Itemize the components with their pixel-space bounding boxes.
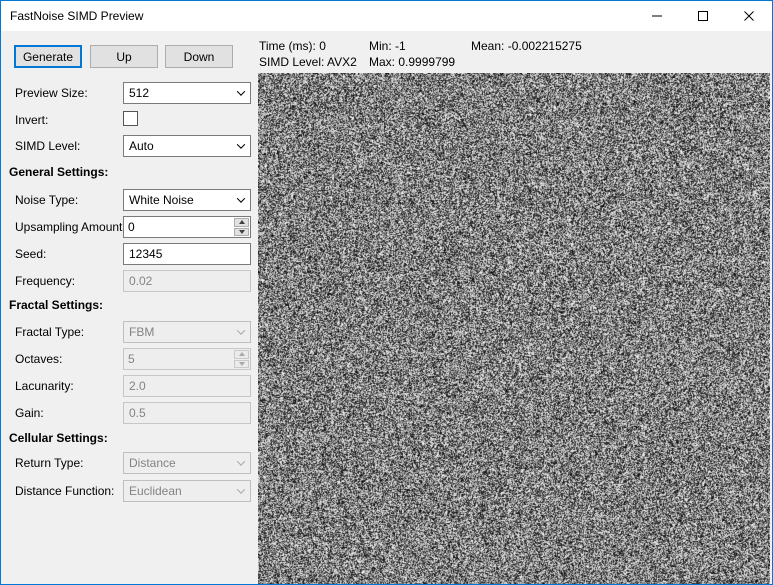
fractal-type-label: Fractal Type: (15, 325, 84, 339)
close-button[interactable] (726, 1, 772, 31)
upsampling-amount-spinner[interactable] (123, 216, 251, 238)
noise-type-value: White Noise (124, 193, 232, 207)
octaves-input (124, 349, 233, 369)
generate-button[interactable]: Generate (14, 45, 82, 68)
invert-label: Invert: (15, 113, 48, 127)
status-max-value: 0.9999799 (398, 55, 455, 69)
status-simd-value: AVX2 (327, 55, 357, 69)
lacunarity-input (123, 375, 251, 397)
gain-label: Gain: (15, 406, 44, 420)
triangle-up-icon (239, 352, 245, 356)
spin-up-button (234, 350, 249, 359)
simd-level-value: Auto (124, 139, 232, 153)
spinner-buttons (233, 217, 250, 237)
spin-down-button[interactable] (234, 228, 249, 237)
titlebar[interactable]: FastNoise SIMD Preview (1, 1, 772, 31)
lacunarity-label: Lacunarity: (15, 379, 74, 393)
status-min-value: -1 (395, 39, 406, 53)
status-mean-value: -0.002215275 (508, 39, 582, 53)
status-time: Time (ms): 0 (259, 39, 326, 53)
seed-label: Seed: (15, 247, 46, 261)
spinner-buttons (233, 349, 250, 369)
chevron-down-icon (232, 83, 250, 103)
return-type-label: Return Type: (15, 456, 83, 470)
up-button[interactable]: Up (90, 45, 158, 68)
distance-function-label: Distance Function: (15, 484, 114, 498)
fractal-settings-heading: Fractal Settings: (9, 298, 103, 312)
frequency-label: Frequency: (15, 274, 75, 288)
close-icon (744, 11, 754, 21)
triangle-down-icon (239, 230, 245, 234)
noise-type-label: Noise Type: (15, 193, 78, 207)
status-min: Min: -1 (369, 39, 406, 53)
preview-size-value: 512 (124, 86, 232, 100)
down-button[interactable]: Down (165, 45, 233, 68)
chevron-down-icon (232, 136, 250, 156)
app-window: FastNoise SIMD Preview Generate Up Down … (0, 0, 773, 585)
caption-buttons (634, 1, 772, 31)
chevron-down-icon (232, 481, 250, 501)
frequency-input (123, 270, 251, 292)
chevron-down-icon (232, 322, 250, 342)
invert-checkbox[interactable] (123, 111, 138, 126)
simd-level-label: SIMD Level: (15, 139, 80, 153)
return-type-value: Distance (124, 456, 232, 470)
status-mean: Mean: -0.002215275 (471, 39, 582, 53)
status-mean-label: Mean: (471, 39, 504, 53)
spin-up-button[interactable] (234, 218, 249, 227)
fractal-type-value: FBM (124, 325, 232, 339)
status-simd-level: SIMD Level: AVX2 (259, 55, 357, 69)
gain-input (123, 402, 251, 424)
return-type-select: Distance (123, 452, 251, 474)
maximize-button[interactable] (680, 1, 726, 31)
status-time-value: 0 (319, 39, 326, 53)
seed-input[interactable] (123, 243, 251, 265)
minimize-button[interactable] (634, 1, 680, 31)
noise-type-select[interactable]: White Noise (123, 189, 251, 211)
status-time-label: Time (ms): (259, 39, 316, 53)
octaves-label: Octaves: (15, 352, 62, 366)
spin-down-button (234, 360, 249, 369)
maximize-icon (698, 11, 708, 21)
upsampling-amount-label: Upsampling Amount: (15, 220, 126, 234)
status-simd-label: SIMD Level: (259, 55, 324, 69)
triangle-down-icon (239, 362, 245, 366)
distance-function-value: Euclidean (124, 484, 232, 498)
minimize-icon (652, 11, 662, 21)
status-max-label: Max: (369, 55, 395, 69)
cellular-settings-heading: Cellular Settings: (9, 431, 108, 445)
preview-size-select[interactable]: 512 (123, 82, 251, 104)
fractal-type-select: FBM (123, 321, 251, 343)
status-max: Max: 0.9999799 (369, 55, 455, 69)
upsampling-amount-input[interactable] (124, 217, 233, 237)
simd-level-select[interactable]: Auto (123, 135, 251, 157)
preview-size-label: Preview Size: (15, 86, 88, 100)
noise-preview-image (258, 73, 770, 585)
chevron-down-icon (232, 453, 250, 473)
octaves-spinner (123, 348, 251, 370)
distance-function-select: Euclidean (123, 480, 251, 502)
triangle-up-icon (239, 220, 245, 224)
window-title: FastNoise SIMD Preview (1, 9, 143, 23)
status-min-label: Min: (369, 39, 392, 53)
general-settings-heading: General Settings: (9, 165, 108, 179)
chevron-down-icon (232, 190, 250, 210)
